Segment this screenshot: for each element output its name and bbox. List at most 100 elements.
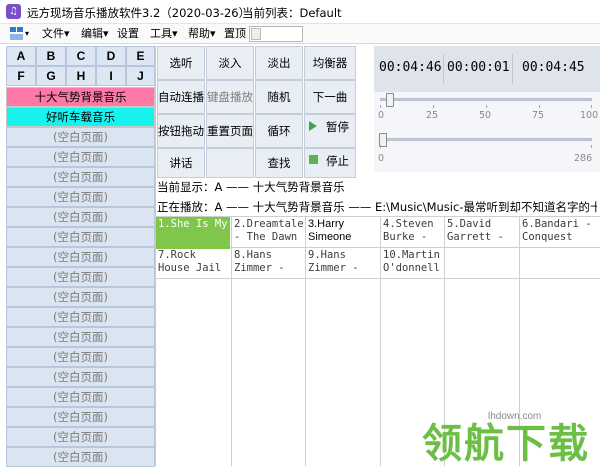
loop-button[interactable]: 循环 [255, 114, 303, 148]
stop-icon [309, 155, 318, 164]
blank-page-item[interactable]: (空白页面) [6, 387, 155, 407]
elapsed-time: 00:04:46 [379, 60, 442, 75]
tick-mark [591, 145, 592, 148]
shuffle-button[interactable]: 随机 [255, 80, 303, 114]
music-note-icon: ♫ [6, 4, 21, 19]
menu-settings[interactable]: 设置 [117, 26, 139, 42]
seek-tick: 0 [378, 153, 385, 164]
time-separator [512, 54, 513, 84]
volume-slider-area: 0 25 50 75 100 [374, 92, 600, 128]
tick-mark [591, 105, 592, 108]
current-playlist-label: 当前列表：Default [242, 6, 342, 20]
watermark: lhdown.com 领航下载 [418, 404, 600, 468]
watermark-text: 领航下载 [422, 421, 590, 467]
track-button-5[interactable]: 5.David Garrett - [445, 217, 519, 249]
equalizer-button[interactable]: 均衡器 [304, 46, 356, 80]
seek-tick: 286 [574, 153, 593, 164]
letter-button-g[interactable]: G [36, 66, 66, 86]
letter-button-f[interactable]: F [6, 66, 36, 86]
blank-page-item[interactable]: (空白页面) [6, 307, 155, 327]
drag-buttons-toggle[interactable]: 按钮拖动 [157, 114, 205, 148]
letter-button-h[interactable]: H [66, 66, 96, 86]
volume-tick: 0 [378, 110, 385, 121]
reset-page-button[interactable]: 重置页面 [206, 114, 254, 148]
blank-page-item[interactable]: (空白页面) [6, 347, 155, 367]
blank-page-item[interactable]: (空白页面) [6, 247, 155, 267]
blank-page-item[interactable]: (空白页面) [6, 407, 155, 427]
letter-button-a[interactable]: A [6, 46, 36, 66]
seek-slider-area: 0 286 [374, 128, 600, 172]
volume-tick: 25 [426, 110, 439, 121]
tick-mark [433, 105, 434, 108]
layout-icon[interactable] [10, 27, 23, 40]
time-separator [443, 54, 444, 84]
find-button[interactable]: 查找 [255, 148, 303, 178]
play-icon [309, 121, 317, 131]
title-bar: ♫ 远方现场音乐播放软件3.2（2020-03-26） 当前列表：Default [0, 0, 600, 24]
track-button-8[interactable]: 8.Hans Zimmer - [232, 248, 306, 280]
blank-page-item[interactable]: (空白页面) [6, 187, 155, 207]
volume-tick: 100 [580, 110, 599, 121]
track-button-7[interactable]: 7.Rock House Jail [156, 248, 230, 280]
letter-button-j[interactable]: J [126, 66, 155, 86]
tick-mark [539, 105, 540, 108]
letter-button-d[interactable]: D [96, 46, 126, 66]
layout-menu-arrow[interactable]: ▾ [25, 26, 29, 42]
blank-page-item[interactable]: (空白页面) [6, 227, 155, 247]
blank-page-item[interactable]: (空白页面) [6, 287, 155, 307]
menu-file[interactable]: 文件▾ [42, 26, 70, 42]
blank-page-item[interactable]: (空白页面) [6, 167, 155, 187]
blank-page-item[interactable]: (空白页面) [6, 447, 155, 467]
track-button-6[interactable]: 6.Bandari - Conquest [520, 217, 598, 249]
preview-button[interactable]: 选听 [157, 46, 205, 80]
track-button-4[interactable]: 4.Steven Burke - [381, 217, 443, 249]
empty-control-slot [206, 148, 254, 178]
track-button-1[interactable]: 1.She Is My [156, 217, 230, 249]
menu-pin-top[interactable]: 置顶 [224, 26, 246, 42]
fade-out-button[interactable]: 淡出 [255, 46, 303, 80]
track-button-10[interactable]: 10.Martin O'donnell [381, 248, 443, 280]
volume-thumb[interactable] [386, 93, 395, 107]
tick-mark [486, 105, 487, 108]
pause-label: 暂停 [326, 120, 349, 134]
current-display-info: 当前显示：A —— 十大气势背景音乐 [157, 180, 345, 194]
seek-track[interactable] [380, 138, 592, 141]
window-title: 远方现场音乐播放软件3.2（2020-03-26） [27, 6, 251, 20]
total-time: 00:04:45 [522, 60, 585, 75]
blank-page-item[interactable]: (空白页面) [6, 127, 155, 147]
stop-label: 停止 [326, 154, 349, 168]
fade-in-button[interactable]: 淡入 [206, 46, 254, 80]
next-track-button[interactable]: 下一曲 [304, 80, 356, 114]
track-button-3[interactable]: 3.Harry Simeone [306, 217, 380, 249]
blank-page-item[interactable]: (空白页面) [6, 207, 155, 227]
letter-button-e[interactable]: E [126, 46, 155, 66]
track-button-9[interactable]: 9.Hans Zimmer - [306, 248, 380, 280]
pin-top-toggle[interactable] [249, 26, 303, 42]
volume-tick: 50 [479, 110, 492, 121]
current-time: 00:00:01 [447, 60, 510, 75]
tick-mark [380, 145, 381, 148]
menu-help[interactable]: 帮助▾ [188, 26, 216, 42]
autoplay-button[interactable]: 自动连播 [157, 80, 205, 114]
letter-button-i[interactable]: I [96, 66, 126, 86]
playlist-tab-epic-bgm[interactable]: 十大气势背景音乐 [6, 87, 155, 107]
volume-tick: 75 [532, 110, 545, 121]
blank-page-item[interactable]: (空白页面) [6, 267, 155, 287]
blank-page-item[interactable]: (空白页面) [6, 327, 155, 347]
menu-tools[interactable]: 工具▾ [150, 26, 178, 42]
now-playing-info: 正在播放：A —— 十大气势背景音乐 —— E:\Music\Music-最常听… [157, 200, 597, 214]
speech-button[interactable]: 讲话 [157, 148, 205, 178]
tick-mark [380, 105, 381, 108]
blank-page-item[interactable]: (空白页面) [6, 427, 155, 447]
blank-page-item[interactable]: (空白页面) [6, 147, 155, 167]
menu-edit[interactable]: 编辑▾ [81, 26, 109, 42]
toggle-knob [251, 28, 261, 40]
letter-button-b[interactable]: B [36, 46, 66, 66]
keyboard-play-button[interactable]: 键盘播放 [206, 80, 254, 114]
letter-button-c[interactable]: C [66, 46, 96, 66]
blank-page-item[interactable]: (空白页面) [6, 367, 155, 387]
track-button-2[interactable]: 2.Dreamtale - The Dawn [232, 217, 306, 249]
playlist-tab-car-music[interactable]: 好听车载音乐 [6, 107, 155, 127]
time-display: 00:04:46 00:00:01 00:04:45 [374, 46, 600, 92]
volume-track[interactable] [380, 98, 592, 101]
